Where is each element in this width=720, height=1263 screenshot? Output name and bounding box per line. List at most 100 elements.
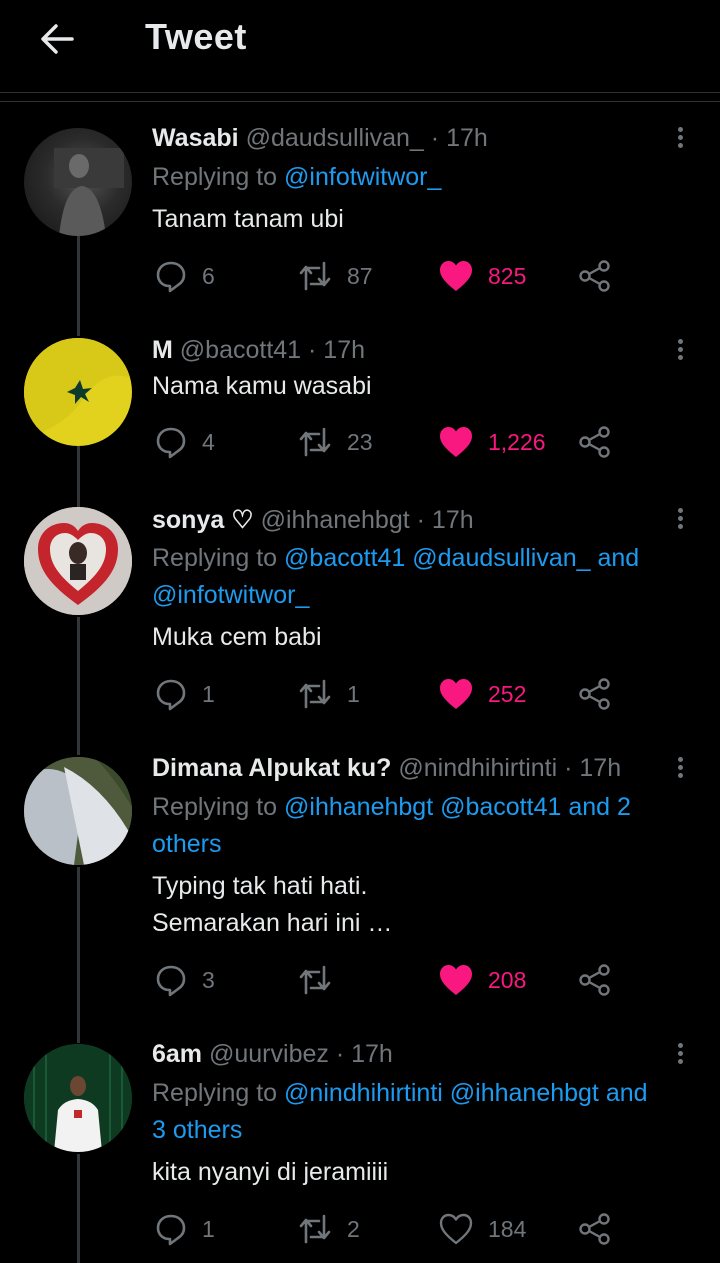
mention-link[interactable]: others bbox=[152, 830, 221, 858]
tweet-text: Muka cem babi bbox=[152, 623, 322, 651]
display-name[interactable]: 6am bbox=[152, 1040, 202, 1068]
retweet-button[interactable]: 1 bbox=[297, 674, 360, 714]
retweet-count: 87 bbox=[347, 262, 373, 289]
heart-filled-icon bbox=[440, 427, 472, 457]
retweet-count: 2 bbox=[347, 1215, 360, 1242]
like-count: 208 bbox=[488, 966, 527, 993]
thread-line bbox=[77, 446, 80, 508]
more-options-icon[interactable] bbox=[668, 336, 692, 368]
reply-button[interactable]: 1 bbox=[154, 674, 215, 714]
reply-icon bbox=[156, 427, 186, 459]
mention-link[interactable]: @bacott41 @daudsullivan_ and bbox=[284, 544, 639, 572]
replying-to: Replying to @infotwitwor_ bbox=[152, 163, 442, 191]
share-icon bbox=[579, 964, 610, 996]
retweet-button[interactable]: 87 bbox=[297, 256, 373, 296]
share-button[interactable] bbox=[578, 256, 612, 296]
more-options-icon[interactable] bbox=[668, 1040, 692, 1072]
like-button[interactable]: 184 bbox=[438, 1209, 526, 1249]
handle[interactable]: @ihhanehbgt bbox=[261, 506, 410, 534]
handle[interactable]: @uurvibez bbox=[209, 1040, 329, 1068]
reply-icon bbox=[156, 1214, 186, 1246]
mention-link[interactable]: 3 others bbox=[152, 1116, 242, 1144]
reply-button[interactable]: 1 bbox=[154, 1209, 215, 1249]
top-bar: Tweet bbox=[0, 0, 720, 93]
reply-count: 1 bbox=[202, 680, 215, 707]
like-button[interactable]: 825 bbox=[438, 256, 526, 296]
thread-line bbox=[77, 867, 80, 1043]
timestamp: · 17h bbox=[335, 1040, 393, 1068]
more-options-icon[interactable] bbox=[668, 754, 692, 786]
mention-link[interactable]: @ihhanehbgt @bacott41 and 2 bbox=[284, 793, 631, 821]
share-icon bbox=[579, 1213, 610, 1245]
share-button[interactable] bbox=[578, 1209, 612, 1249]
retweet-button[interactable]: 2 bbox=[297, 1209, 360, 1249]
heart-outline-icon bbox=[439, 1213, 473, 1245]
retweet-icon bbox=[299, 261, 331, 291]
share-button[interactable] bbox=[578, 422, 612, 462]
reply-count: 1 bbox=[202, 1215, 215, 1242]
tweet-text: Tanam tanam ubi bbox=[152, 205, 344, 233]
tweet-text: Typing tak hati hati. Semarakan hari ini… bbox=[152, 872, 393, 937]
share-icon bbox=[579, 426, 610, 458]
handle[interactable]: @nindhihirtinti bbox=[398, 754, 557, 782]
share-icon bbox=[579, 678, 610, 710]
heart-filled-icon bbox=[440, 679, 472, 709]
handle[interactable]: @daudsullivan_ bbox=[246, 124, 424, 152]
retweet-button[interactable] bbox=[297, 960, 347, 1000]
divider bbox=[0, 101, 720, 102]
handle[interactable]: @bacott41 bbox=[180, 336, 301, 364]
thread-line bbox=[77, 236, 80, 336]
tweet-actions: 6 87 825 bbox=[152, 256, 697, 296]
mention-link[interactable]: @nindhihirtinti @ihhanehbgt and bbox=[284, 1079, 648, 1107]
like-button[interactable]: 252 bbox=[438, 674, 526, 714]
avatar[interactable] bbox=[24, 128, 132, 236]
retweet-icon bbox=[299, 965, 331, 995]
like-button[interactable]: 1,226 bbox=[438, 422, 546, 462]
tweet-actions: 4 23 1,226 bbox=[152, 422, 697, 462]
retweet-count: 23 bbox=[347, 428, 373, 455]
share-button[interactable] bbox=[578, 674, 612, 714]
heart-filled-icon bbox=[440, 965, 472, 995]
tweet-actions: 1 1 252 bbox=[152, 674, 697, 714]
more-options-icon[interactable] bbox=[668, 124, 692, 156]
avatar[interactable] bbox=[24, 1044, 132, 1152]
retweet-icon bbox=[299, 679, 331, 709]
tweet-text: Nama kamu wasabi bbox=[152, 372, 372, 400]
like-count: 252 bbox=[488, 680, 527, 707]
replying-to: Replying to @bacott41 @daudsullivan_ and… bbox=[152, 544, 640, 609]
thread-line bbox=[77, 617, 80, 755]
avatar[interactable] bbox=[24, 338, 132, 446]
reply-button[interactable]: 6 bbox=[154, 256, 215, 296]
reply-icon bbox=[156, 679, 186, 711]
reply-button[interactable]: 3 bbox=[154, 960, 215, 1000]
heart-filled-icon bbox=[440, 261, 472, 291]
replying-to: Replying to @nindhihirtinti @ihhanehbgt … bbox=[152, 1079, 648, 1144]
like-count: 825 bbox=[488, 262, 527, 289]
like-count: 184 bbox=[488, 1215, 527, 1242]
display-name[interactable]: M bbox=[152, 336, 173, 364]
share-button[interactable] bbox=[578, 960, 612, 1000]
page-title: Tweet bbox=[145, 16, 247, 57]
retweet-icon bbox=[299, 427, 331, 457]
timestamp: · 17h bbox=[416, 506, 474, 534]
retweet-count: 1 bbox=[347, 680, 360, 707]
display-name[interactable]: Wasabi bbox=[152, 124, 239, 152]
like-count: 1,226 bbox=[488, 428, 546, 455]
reply-button[interactable]: 4 bbox=[154, 422, 215, 462]
tweet-actions: 1 2 184 bbox=[152, 1209, 697, 1249]
tweet-text: kita nyanyi di jeramiiii bbox=[152, 1158, 389, 1186]
share-icon bbox=[579, 260, 610, 292]
more-options-icon[interactable] bbox=[668, 505, 692, 537]
reply-icon bbox=[156, 965, 186, 997]
timestamp: · 17h bbox=[430, 124, 488, 152]
back-arrow-icon[interactable] bbox=[38, 20, 76, 58]
display-name[interactable]: sonya ♡ bbox=[152, 506, 254, 534]
avatar[interactable] bbox=[24, 507, 132, 615]
mention-link[interactable]: @infotwitwor_ bbox=[284, 163, 441, 191]
avatar[interactable] bbox=[24, 757, 132, 865]
display-name[interactable]: Dimana Alpukat ku? bbox=[152, 754, 391, 782]
like-button[interactable]: 208 bbox=[438, 960, 526, 1000]
mention-link[interactable]: @infotwitwor_ bbox=[152, 581, 309, 609]
retweet-button[interactable]: 23 bbox=[297, 422, 373, 462]
replying-to: Replying to @ihhanehbgt @bacott41 and 2 … bbox=[152, 793, 631, 858]
